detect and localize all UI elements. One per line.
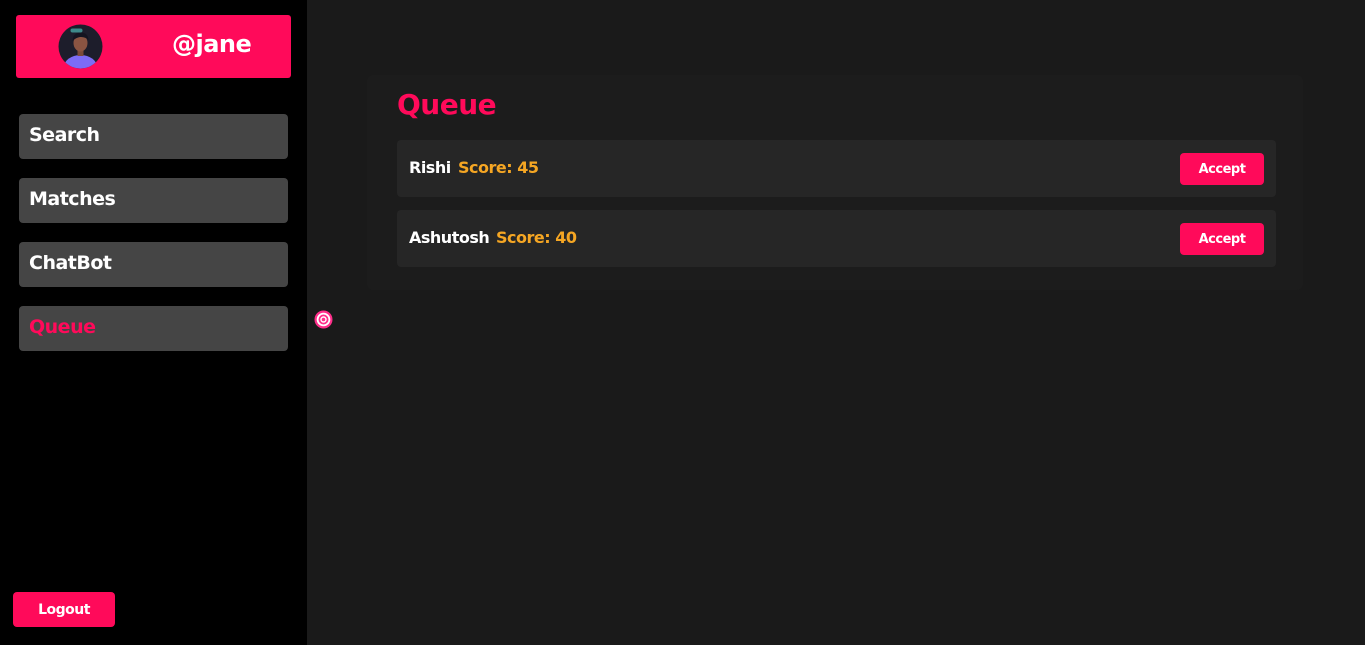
sidebar: @jane Search Matches ChatBot Queue Logou…	[0, 0, 307, 645]
queue-user-score: Score: 45	[458, 158, 539, 177]
sidebar-item-label: Queue	[29, 316, 96, 338]
profile-card[interactable]: @jane	[16, 15, 291, 78]
sidebar-item-label: Search	[29, 124, 100, 146]
queue-user-name: Ashutosh	[409, 228, 490, 247]
username: @jane	[172, 30, 252, 58]
queue-row: Ashutosh Score: 40 Accept	[397, 210, 1276, 267]
page-title: Queue	[397, 88, 497, 121]
app: @jane Search Matches ChatBot Queue Logou…	[0, 0, 1365, 645]
queue-user-name: Rishi	[409, 158, 451, 177]
queue-row: Rishi Score: 45 Accept	[397, 140, 1276, 197]
queue-user-score: Score: 40	[496, 228, 577, 247]
sidebar-item-chatbot[interactable]: ChatBot	[19, 242, 288, 287]
accept-button[interactable]: Accept	[1180, 223, 1264, 255]
sidebar-item-label: Matches	[29, 188, 116, 210]
accept-button[interactable]: Accept	[1180, 153, 1264, 185]
sidebar-item-search[interactable]: Search	[19, 114, 288, 159]
avatar	[58, 24, 103, 69]
logout-button[interactable]: Logout	[13, 592, 115, 627]
target-cursor-icon	[314, 310, 333, 329]
sidebar-item-label: ChatBot	[29, 252, 112, 274]
sidebar-item-queue[interactable]: Queue	[19, 306, 288, 351]
sidebar-item-matches[interactable]: Matches	[19, 178, 288, 223]
